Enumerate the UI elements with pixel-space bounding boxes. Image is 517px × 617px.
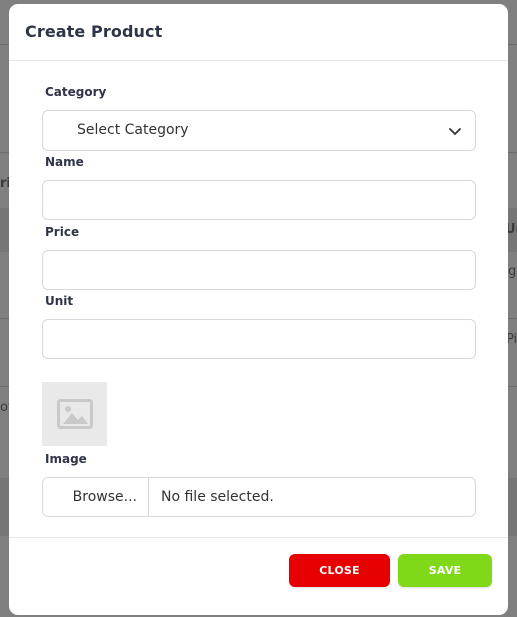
image-placeholder-icon: [56, 399, 93, 429]
price-input[interactable]: [42, 250, 476, 290]
save-button[interactable]: SAVE: [398, 554, 492, 587]
close-button[interactable]: CLOSE: [289, 554, 390, 587]
browse-button[interactable]: Browse...: [43, 478, 149, 516]
category-label: Category: [45, 85, 107, 99]
bg-text-fragment: g: [508, 264, 517, 279]
unit-label: Unit: [45, 294, 74, 308]
name-label: Name: [45, 155, 84, 169]
unit-input[interactable]: [42, 319, 476, 359]
category-select[interactable]: Select Category: [42, 110, 476, 151]
file-status-text: No file selected.: [161, 489, 274, 505]
chevron-down-icon: [449, 128, 461, 135]
modal-title: Create Product: [25, 22, 163, 41]
image-label: Image: [45, 452, 87, 466]
category-select-value: Select Category: [77, 122, 189, 138]
image-file-input[interactable]: Browse... No file selected.: [42, 477, 476, 517]
create-product-modal: Create Product Category Select Category …: [9, 4, 508, 615]
modal-header: Create Product: [9, 4, 508, 61]
name-input[interactable]: [42, 180, 476, 220]
modal-footer: CLOSE SAVE: [9, 537, 508, 615]
price-label: Price: [45, 225, 80, 239]
image-preview: [42, 382, 107, 446]
